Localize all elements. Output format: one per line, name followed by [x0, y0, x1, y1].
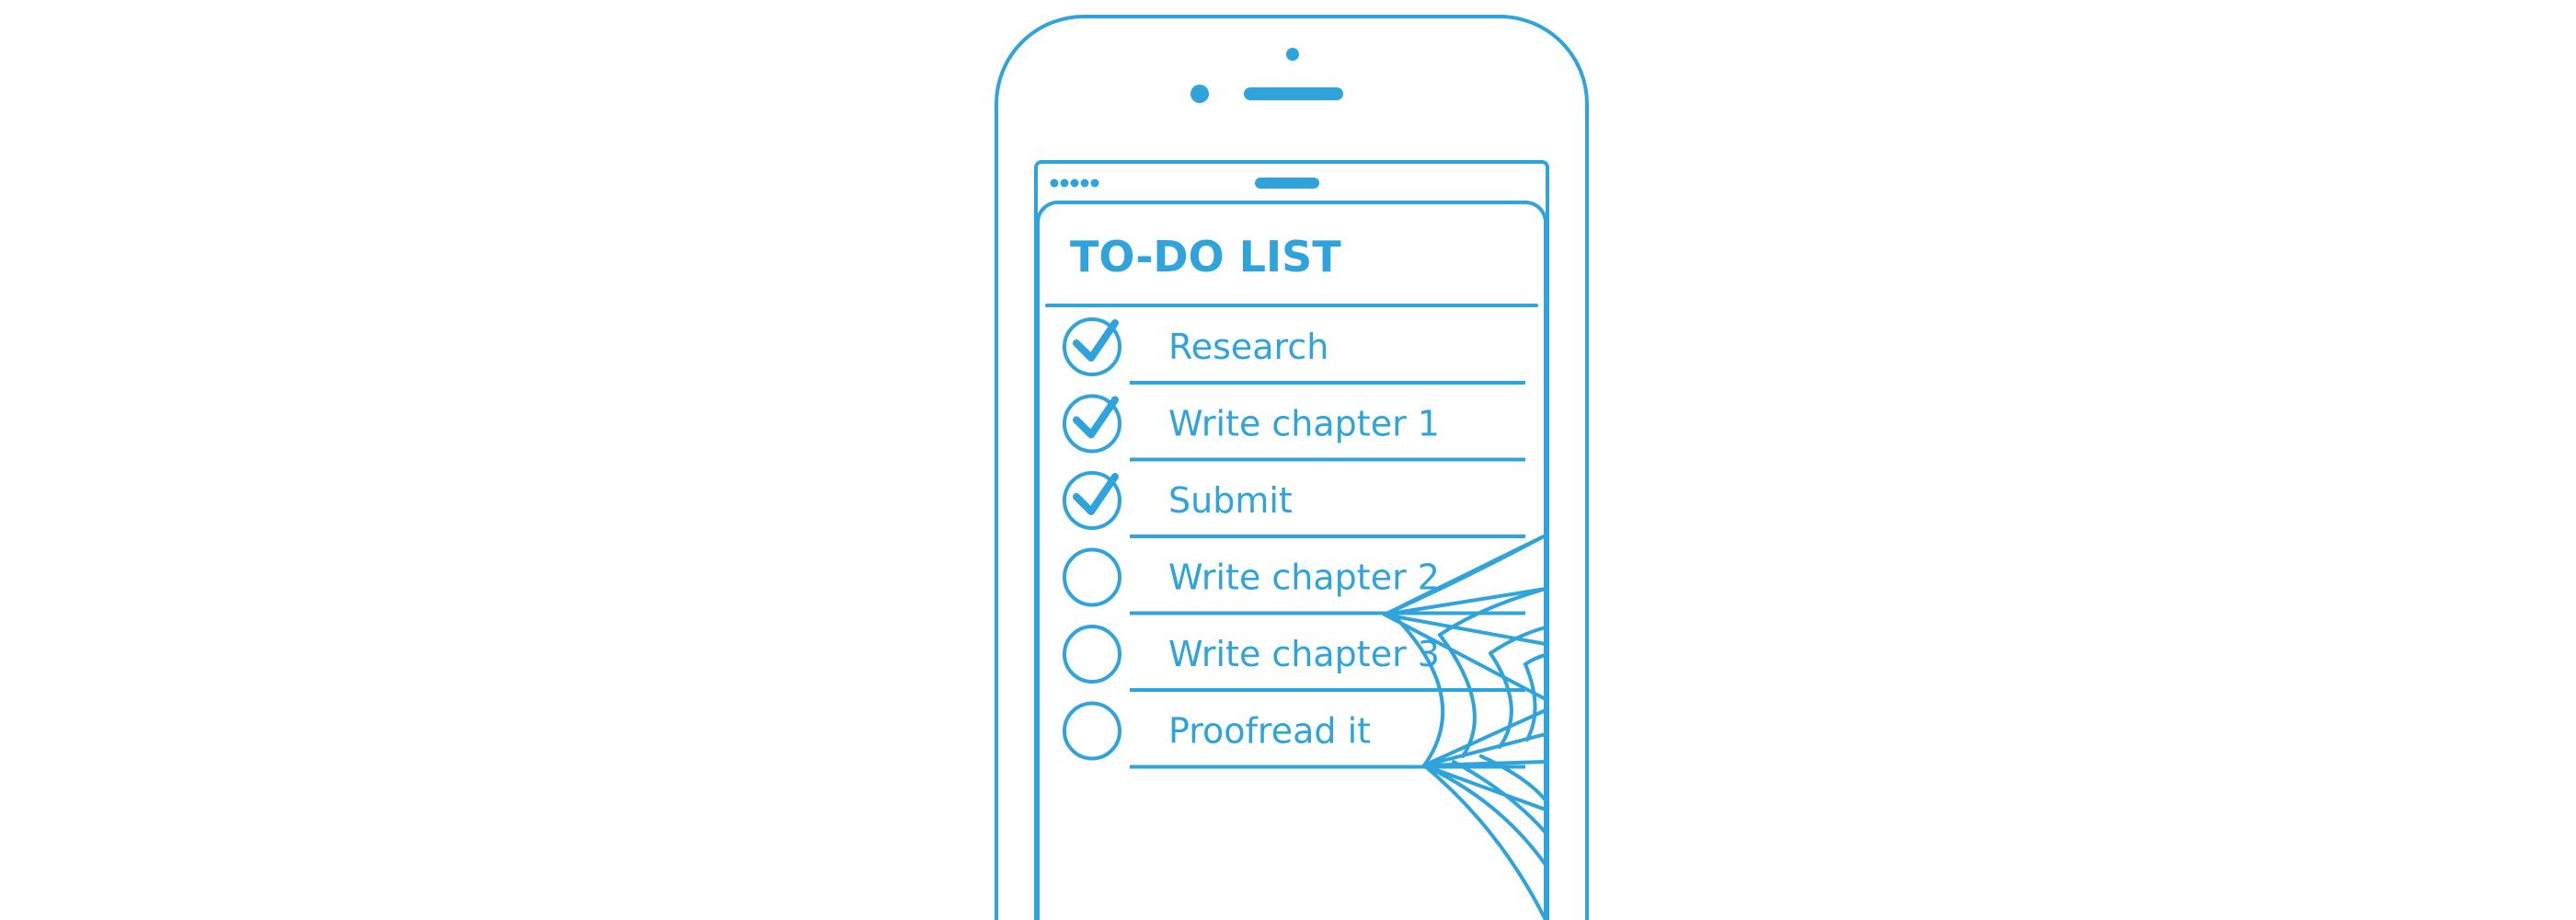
list-item[interactable]: Submit — [1063, 471, 1525, 538]
checkmark-icon — [1073, 396, 1119, 439]
task-label: Write chapter 1 — [1168, 404, 1440, 444]
web-spiral — [1452, 760, 1547, 834]
signal-dot — [1090, 178, 1099, 188]
checkmark-icon — [1073, 473, 1119, 515]
list-item[interactable]: Research — [1063, 317, 1525, 385]
unchecked-checkbox-icon[interactable] — [1063, 625, 1121, 684]
task-label: Write chapter 2 — [1168, 558, 1440, 598]
task-label: Proofread it — [1168, 711, 1371, 752]
scene: TO-DO LIST Research Write chapter 1 Submit… — [995, 15, 1589, 920]
unchecked-checkbox-icon[interactable] — [1063, 701, 1121, 761]
task-label: Submit — [1168, 480, 1293, 521]
phone-device: TO-DO LIST Research Write chapter 1 Submit… — [995, 15, 1589, 920]
task-label: Write chapter 3 — [1168, 634, 1440, 674]
status-bar-pill-icon — [1255, 178, 1319, 189]
front-camera-icon — [1286, 48, 1299, 61]
list-item[interactable]: Write chapter 1 — [1063, 394, 1525, 462]
checkmark-icon — [1073, 319, 1119, 362]
web-spiral — [1524, 662, 1537, 742]
signal-dot — [1060, 178, 1069, 188]
web-spiral — [1524, 653, 1547, 666]
page-title: TO-DO LIST — [1070, 232, 1341, 282]
status-bar — [1050, 178, 1319, 189]
signal-dot — [1080, 178, 1089, 188]
task-label: Research — [1168, 327, 1328, 367]
task-list: Research Write chapter 1 Submit Write chapt… — [1063, 317, 1525, 769]
proximity-sensor-icon — [1190, 85, 1209, 103]
unchecked-checkbox-icon[interactable] — [1063, 547, 1121, 607]
signal-dot — [1070, 178, 1079, 188]
signal-strength-icon — [1050, 178, 1099, 188]
signal-dot — [1050, 178, 1059, 188]
phone-frame — [995, 15, 1589, 920]
earpiece-speaker-icon — [1244, 87, 1343, 100]
